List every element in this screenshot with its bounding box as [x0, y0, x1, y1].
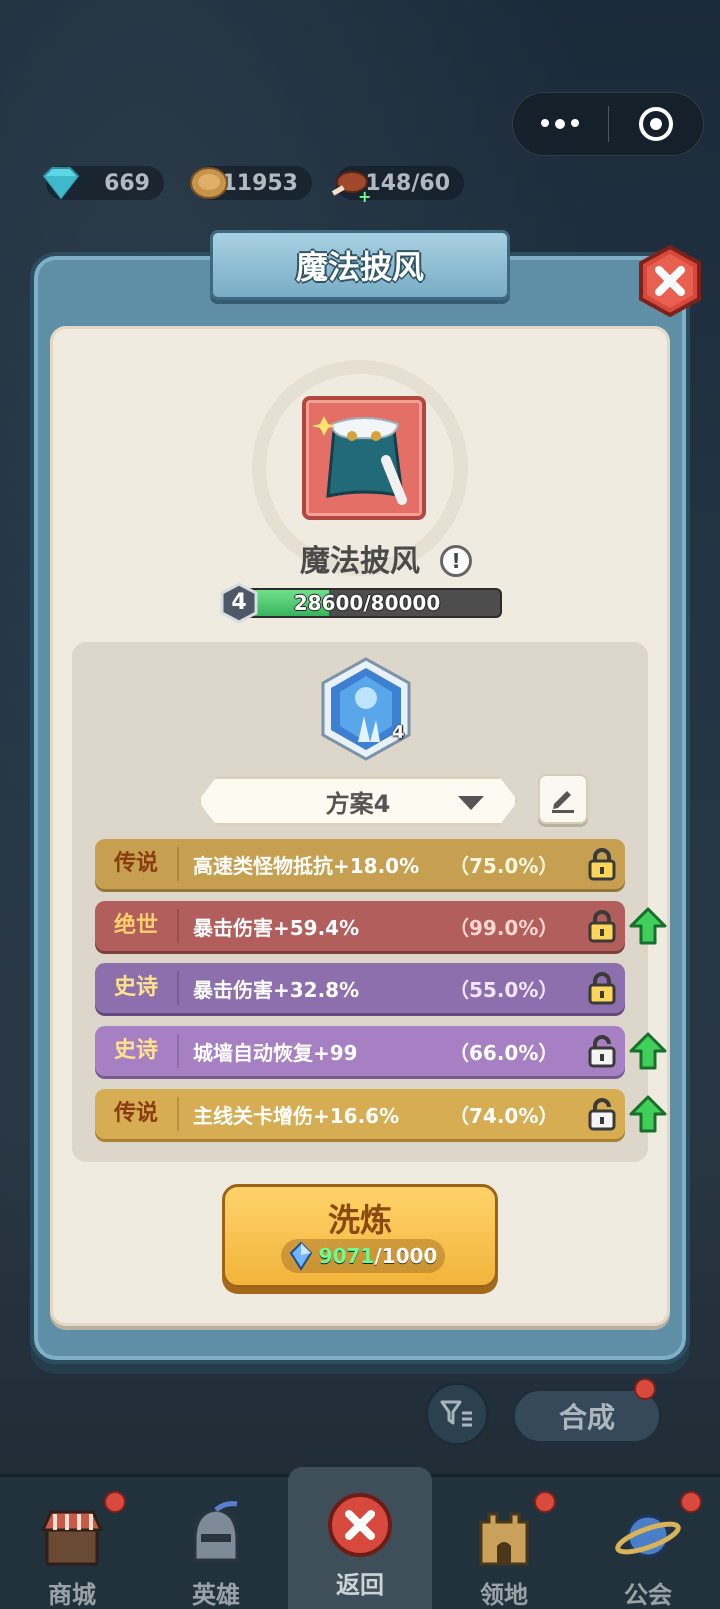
edit-plan-button[interactable] [538, 774, 588, 824]
exp-bar: 28600/80000 [232, 588, 502, 618]
affix-lock-toggle[interactable] [579, 963, 625, 1013]
castle-icon [479, 1512, 529, 1566]
gem-level: 4 [392, 722, 405, 743]
level-value: 4 [231, 590, 247, 615]
merge-label: 合成 [558, 1401, 615, 1434]
plan-label: 方案4 [325, 789, 391, 818]
affix-row: 史诗 暴击伤害+32.8% （55.0%） [95, 963, 625, 1013]
unlock-icon [588, 1098, 616, 1131]
modal-title-banner: 魔法披风 [210, 230, 510, 300]
stamina-counter: + 148/60 [331, 166, 464, 206]
upgrade-arrow-icon [629, 907, 667, 945]
level-badge: 4 [218, 582, 260, 624]
lock-icon [588, 910, 616, 943]
nav-label: 英雄 [192, 1581, 240, 1609]
affix-lock-toggle[interactable] [579, 839, 625, 889]
affix-text: 暴击伤害+59.4% [193, 915, 360, 940]
ice-gem-icon [321, 657, 411, 761]
lock-icon [588, 972, 616, 1005]
affix-percent: （55.0%） [449, 977, 559, 1002]
nav-label: 公会 [624, 1581, 672, 1609]
affix-text: 高速类怪物抵抗+18.0% [193, 853, 420, 878]
affix-tier: 史诗 [95, 971, 179, 1005]
affix-lock-toggle[interactable] [579, 1026, 625, 1076]
upgrade-arrow-icon [629, 1095, 667, 1133]
miniprogram-capsule [512, 92, 704, 156]
affix-row: 绝世 暴击伤害+59.4% （99.0%） [95, 901, 625, 951]
lock-icon [588, 848, 616, 881]
affix-row: 传说 高速类怪物抵抗+18.0% （75.0%） [95, 839, 625, 889]
filter-button[interactable] [425, 1382, 489, 1446]
target-icon [638, 107, 673, 141]
item-name: 魔法披风 [300, 544, 420, 579]
affix-tier: 传说 [95, 1097, 179, 1131]
helmet-icon [193, 1501, 239, 1562]
notification-dot [680, 1491, 702, 1513]
affix-row: 史诗 城墙自动恢复+99 （66.0%） [95, 1026, 625, 1076]
affix-text: 主线关卡增伤+16.6% [193, 1103, 400, 1128]
gem-counter: 669 [42, 166, 164, 200]
chevron-down-icon [458, 796, 484, 810]
upgrade-arrow-icon [629, 1032, 667, 1070]
stamina-value: 148/60 [365, 170, 450, 196]
affix-percent: （66.0%） [449, 1040, 559, 1065]
svg-text:+: + [358, 187, 371, 206]
close-icon [639, 244, 701, 318]
exit-miniprogram-button[interactable] [609, 93, 704, 155]
coin-counter: 11953 [190, 166, 312, 200]
refine-button[interactable]: 洗炼 9071 /1000 [222, 1184, 498, 1288]
planet-icon [615, 1514, 681, 1558]
nav-label: 返回 [336, 1571, 384, 1599]
crystal-icon [289, 1241, 312, 1271]
affix-lock-toggle[interactable] [579, 901, 625, 951]
nav-label: 领地 [480, 1581, 528, 1609]
info-icon[interactable]: ! [440, 545, 472, 577]
affix-percent: （75.0%） [449, 853, 559, 878]
notification-dot [104, 1491, 126, 1513]
pencil-icon [552, 791, 574, 813]
affix-tier: 传说 [95, 847, 179, 881]
shop-icon [40, 1510, 104, 1566]
socket-gem[interactable] [318, 656, 414, 762]
modal-title: 魔法披风 [295, 248, 424, 286]
affix-row: 传说 主线关卡增伤+16.6% （74.0%） [95, 1089, 625, 1139]
coin-icon [190, 167, 228, 199]
more-icon [541, 119, 580, 129]
affix-tier: 绝世 [95, 909, 179, 943]
nav-hero[interactable]: 英雄 [144, 1477, 288, 1609]
nav-back[interactable]: 返回 [288, 1467, 432, 1609]
affix-tier: 史诗 [95, 1034, 179, 1068]
diamond-icon [42, 167, 80, 200]
bottom-nav: 商城 英雄 返回 领地 公会 [0, 1467, 720, 1609]
item-card[interactable] [302, 396, 426, 520]
nav-label: 商城 [48, 1581, 96, 1609]
more-button[interactable] [513, 93, 608, 155]
coin-value: 11953 [221, 170, 298, 196]
affix-lock-toggle[interactable] [579, 1089, 625, 1139]
gem-value: 669 [104, 170, 150, 196]
refine-cost: 9071 /1000 [281, 1239, 445, 1273]
close-icon [328, 1493, 392, 1557]
meat-icon: + [331, 171, 371, 206]
notification-dot [634, 1378, 656, 1400]
cape-icon [312, 416, 407, 505]
close-button[interactable] [636, 244, 704, 318]
exp-text: 28600/80000 [293, 591, 441, 615]
unlock-icon [588, 1035, 616, 1068]
filter-icon [440, 1400, 472, 1427]
refine-cost-need: /1000 [374, 1244, 438, 1268]
affix-percent: （99.0%） [449, 915, 559, 940]
notification-dot [534, 1491, 556, 1513]
refine-label: 洗炼 [327, 1201, 392, 1239]
refine-cost-have: 9071 [318, 1244, 375, 1268]
affix-text: 暴击伤害+32.8% [193, 977, 360, 1002]
affix-percent: （74.0%） [449, 1103, 559, 1128]
affix-text: 城墙自动恢复+99 [193, 1040, 358, 1065]
